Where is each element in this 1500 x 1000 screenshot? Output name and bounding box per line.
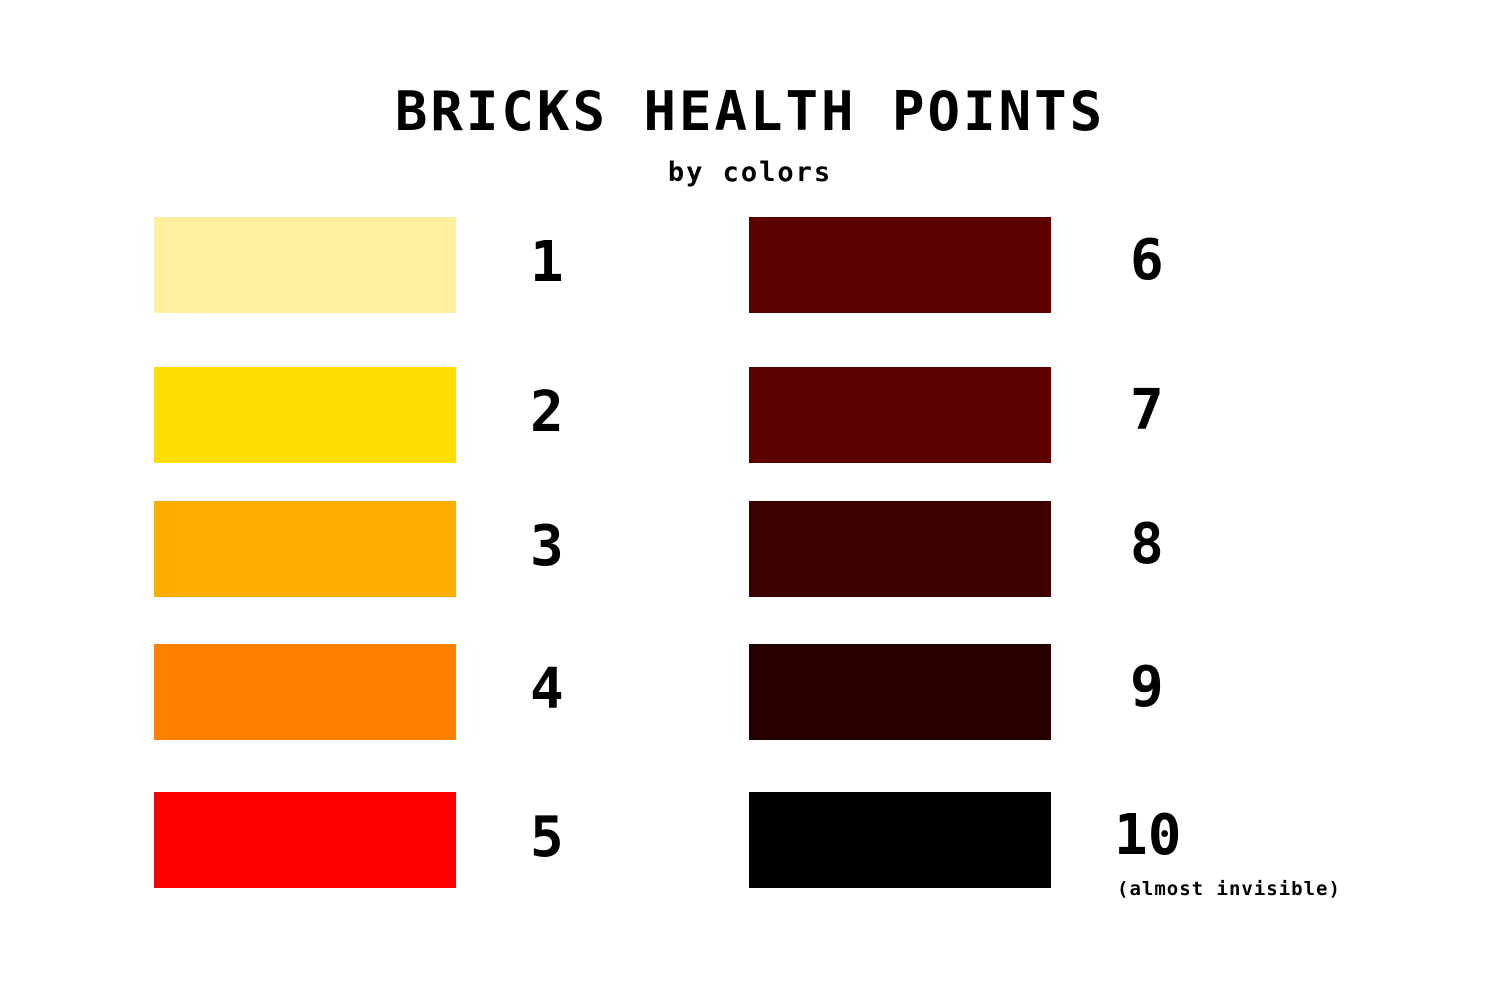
- hp-label-4: 4: [530, 657, 564, 722]
- hp-label-5: 5: [530, 805, 564, 870]
- hp-label-9: 9: [1130, 655, 1164, 720]
- hp-note-10: (almost invisible): [1117, 878, 1341, 900]
- brick-swatch-5: [154, 792, 456, 888]
- hp-label-6: 6: [1130, 228, 1164, 293]
- brick-swatch-1: [154, 217, 456, 313]
- hp-label-2: 2: [530, 380, 564, 445]
- page-title: BRICKS HEALTH POINTS: [394, 80, 1106, 143]
- brick-swatch-6: [749, 217, 1051, 313]
- brick-swatch-8: [749, 501, 1051, 597]
- brick-swatch-2: [154, 367, 456, 463]
- brick-swatch-4: [154, 644, 456, 740]
- hp-label-10: 10: [1114, 803, 1182, 868]
- brick-swatch-10: [749, 792, 1051, 888]
- brick-swatch-9: [749, 644, 1051, 740]
- hp-label-7: 7: [1130, 378, 1164, 443]
- hp-label-1: 1: [530, 230, 564, 295]
- hp-label-3: 3: [530, 514, 564, 579]
- hp-label-8: 8: [1130, 512, 1164, 577]
- page-subtitle: by colors: [667, 157, 833, 188]
- brick-swatch-7: [749, 367, 1051, 463]
- brick-swatch-3: [154, 501, 456, 597]
